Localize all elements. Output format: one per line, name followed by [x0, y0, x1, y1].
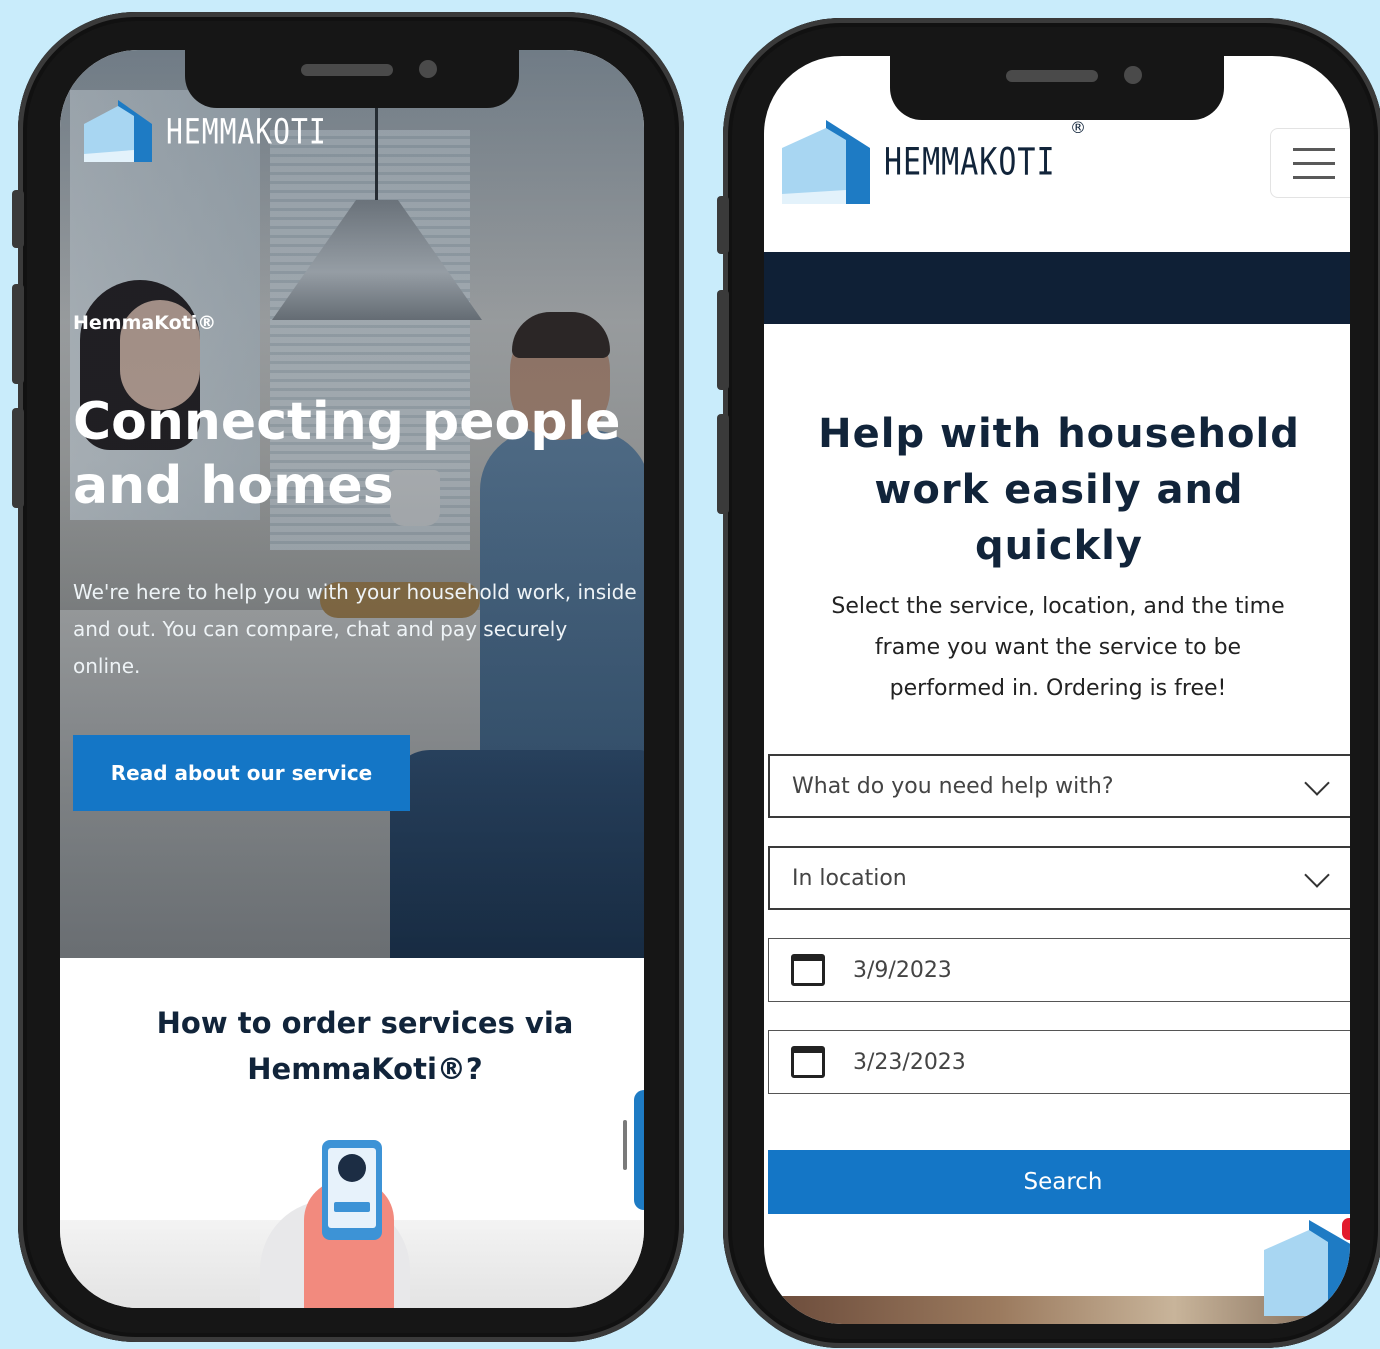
- phone-frame-right: HEMMAKOTI ® Help with household work eas…: [717, 18, 1380, 1348]
- phone-side-button: [717, 290, 729, 390]
- hero-description: We're here to help you with your househo…: [73, 580, 637, 678]
- speaker-grille: [301, 64, 393, 76]
- chevron-down-icon: [1304, 770, 1330, 796]
- start-date-field[interactable]: 3/9/2023: [768, 938, 1350, 1002]
- phone-side-button: [12, 408, 24, 508]
- menu-line: [1293, 147, 1335, 151]
- house-logo-icon: [782, 120, 870, 204]
- phone-side-button: [717, 196, 729, 254]
- search-button[interactable]: Search: [768, 1150, 1350, 1214]
- phone-screen-right: HEMMAKOTI ® Help with household work eas…: [764, 56, 1350, 1324]
- service-select-placeholder: What do you need help with?: [792, 773, 1114, 799]
- front-camera: [419, 60, 437, 78]
- front-camera: [1124, 66, 1142, 84]
- logo-wordmark: HEMMAKOTI: [884, 140, 1056, 184]
- phone-frame-left: HEMMAKOTI HemmaKoti® Connecting people a…: [12, 12, 684, 1342]
- search-title: Help with household work easily and quic…: [818, 411, 1300, 569]
- speaker-grille: [1006, 70, 1098, 82]
- chevron-down-icon: [1304, 862, 1330, 888]
- calendar-icon: [791, 954, 825, 986]
- how-to-order-title: How to order services via HemmaKoti®?: [156, 1006, 574, 1086]
- menu-line: [1293, 175, 1335, 179]
- phone-signup-illustration: [322, 1140, 382, 1240]
- illustration-avatar-icon: [338, 1154, 366, 1182]
- chat-widget-button[interactable]: [634, 1090, 644, 1210]
- hero-eyebrow: HemmaKoti®: [73, 312, 217, 334]
- hamburger-menu-icon[interactable]: [1270, 128, 1350, 198]
- navy-banner: [764, 252, 1350, 324]
- calendar-icon: [791, 1046, 825, 1078]
- phone-side-button: [12, 190, 24, 248]
- end-date-value: 3/23/2023: [853, 1049, 966, 1075]
- phone-notch: [185, 50, 519, 108]
- chat-widget-icon[interactable]: [1264, 1216, 1350, 1316]
- location-select-placeholder: In location: [792, 865, 907, 891]
- phone-screen-left: HEMMAKOTI HemmaKoti® Connecting people a…: [60, 50, 644, 1308]
- logo-wordmark: HEMMAKOTI: [166, 110, 327, 152]
- location-select[interactable]: In location: [768, 846, 1350, 910]
- phone-notch: [890, 56, 1224, 120]
- illustration-signup-button: [334, 1202, 370, 1212]
- read-about-service-button[interactable]: Read about our service: [73, 735, 410, 811]
- service-select[interactable]: What do you need help with?: [768, 754, 1350, 818]
- hero-title: Connecting people and homes: [73, 392, 621, 516]
- menu-line: [1293, 161, 1335, 165]
- registered-mark: ®: [1070, 118, 1086, 137]
- search-description: Select the service, location, and the ti…: [831, 594, 1285, 701]
- phone-side-button: [12, 284, 24, 384]
- bottom-photo-strip: [764, 1296, 1350, 1324]
- house-logo-icon: [84, 100, 152, 162]
- start-date-value: 3/9/2023: [853, 957, 952, 983]
- phone-side-button: [717, 414, 729, 514]
- scrollbar-thumb[interactable]: [623, 1120, 627, 1170]
- site-logo[interactable]: HEMMAKOTI ®: [780, 118, 1086, 206]
- end-date-field[interactable]: 3/23/2023: [768, 1030, 1350, 1094]
- notification-dot: [1342, 1218, 1350, 1240]
